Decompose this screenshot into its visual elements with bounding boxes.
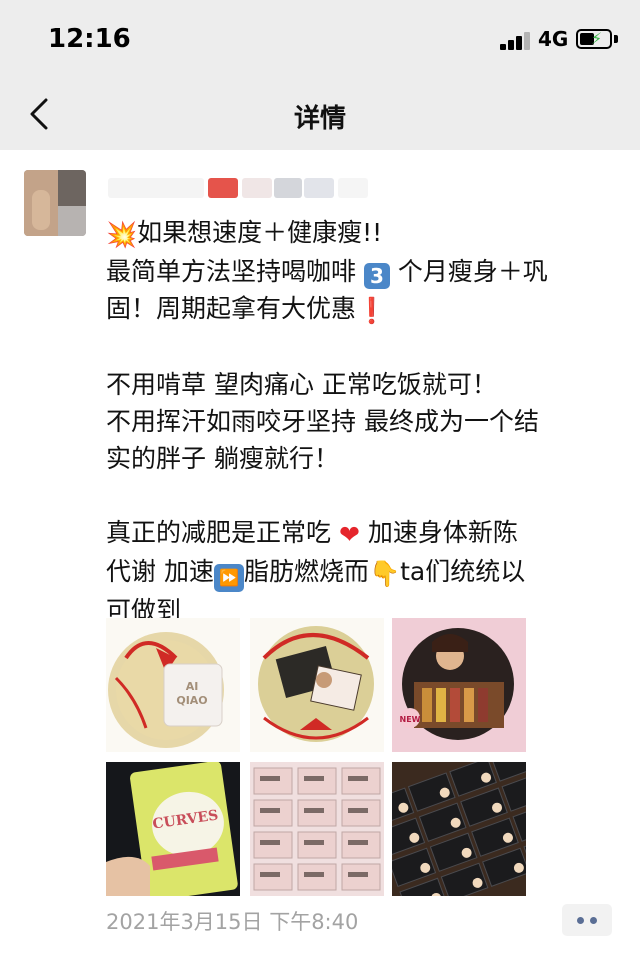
status-time: 12:16 [48,24,131,54]
photo-1-image: AI QIAO [108,632,224,748]
photo-6-image [392,762,526,896]
status-bar: 12:16 4G ⚡ [0,0,640,80]
heart-icon: ❤ [338,520,360,549]
photo-6[interactable] [392,762,526,896]
battery-tip [614,35,618,43]
post-timestamp: 2021年3月15日 下午8:40 [106,910,359,934]
post-line-1: 💥如果想速度＋健康瘦!! [106,214,626,253]
photo-1[interactable]: AI QIAO [106,618,240,752]
photo-3[interactable]: NEW [392,618,526,752]
photo-3-new-badge: NEW [400,715,421,724]
keycap-three-icon: 3 [363,263,390,289]
more-actions-button[interactable] [562,904,612,936]
post-text: 💥如果想速度＋健康瘦!! 最简单方法坚持喝咖啡 3 个月瘦身＋巩 固！周期起拿有大优… [106,214,626,629]
network-type: 4G [538,27,569,51]
photo-5[interactable] [250,762,384,896]
photo-5-image [250,762,384,896]
photo-4[interactable]: CURVES [106,762,240,896]
page-title: 详情 [293,104,346,134]
username-blurred[interactable] [108,178,368,198]
post-line-4: 不用啃草 望肉痛心 正常吃饭就可！ [106,370,497,399]
fast-forward-icon: ⏩ [213,564,244,592]
photo-3-image: NEW [392,618,526,752]
photo-1-brand-line-1: AI [186,680,199,693]
post-line-2: 最简单方法坚持喝咖啡 3 个月瘦身＋巩 [106,257,548,289]
avatar[interactable] [24,170,86,236]
more-dots-icon [577,917,584,924]
exclamation-icon: ❗ [356,296,388,325]
photo-1-brand-line-2: QIAO [176,694,207,707]
signal-icon [500,30,534,50]
post-line-8: 代谢 加速 ⏩ 脂肪燃烧而👇ta们统统以 [106,553,626,592]
photo-4-image: CURVES [106,762,240,896]
nav-bar: 详情 [0,80,640,150]
collision-emoji-icon: 💥 [106,220,138,249]
post-line-7: 真正的减肥是正常吃 ❤ 加速身体新陈 [106,514,626,553]
battery-charging-icon: ⚡ [576,29,612,49]
post-line-3: 固！周期起拿有大优惠❗ [106,290,626,329]
post-line-5: 不用挥汗如雨咬牙坚持 最终成为一个结 [106,407,539,436]
photo-2-image [258,626,374,742]
photo-2[interactable] [250,618,384,752]
point-down-icon: 👇 [368,559,401,588]
post-line-6: 实的胖子 躺瘦就行！ [106,444,339,473]
